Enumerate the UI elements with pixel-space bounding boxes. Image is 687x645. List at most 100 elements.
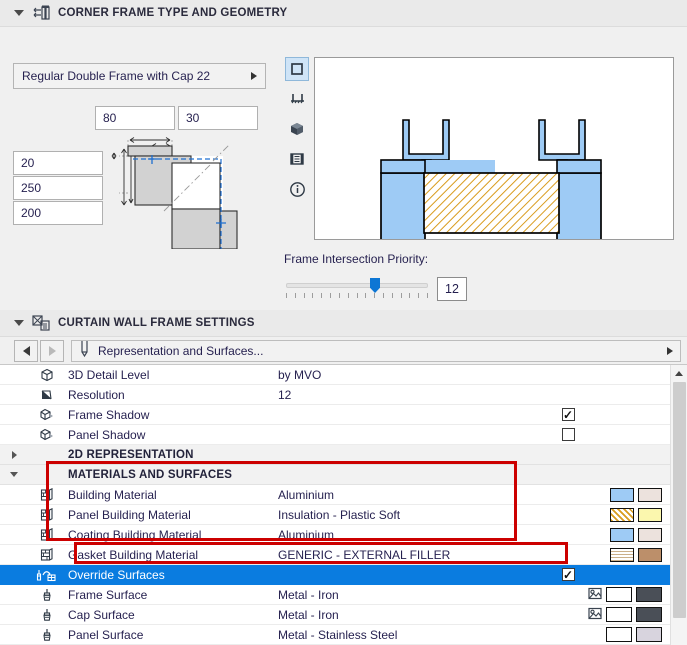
chevron-right-icon	[251, 72, 257, 80]
slider-ticks	[286, 293, 428, 299]
building-material-icon	[28, 487, 66, 502]
texture-icon[interactable]	[588, 607, 602, 623]
override-surfaces-icon	[28, 568, 66, 582]
slider-thumb[interactable]	[370, 278, 380, 293]
width-input[interactable]: 80	[95, 106, 175, 130]
swatch-surface-color[interactable]	[638, 547, 662, 562]
cap-thickness-value: 20	[21, 156, 35, 170]
swatch-surface-color[interactable]	[636, 627, 662, 642]
material-swatches[interactable]	[610, 527, 670, 542]
filmstrip-icon[interactable]	[285, 147, 309, 171]
frame-preview[interactable]	[314, 57, 674, 277]
row-checkbox[interactable]	[561, 568, 575, 581]
settings-row-coating-building-material[interactable]: Coating Building Material Aluminium	[0, 525, 670, 545]
settings-row-panel-building-material[interactable]: Panel Building Material Insulation - Plas…	[0, 505, 670, 525]
swatch-surface-color[interactable]	[638, 507, 662, 522]
row-label: 3D Detail Level	[68, 367, 150, 382]
settings-page-selector[interactable]: Representation and Surfaces...	[71, 339, 681, 362]
elevation-view-icon[interactable]	[285, 87, 309, 111]
settings-page-navbar: Representation and Surfaces...	[0, 337, 687, 365]
frame-type-dropdown[interactable]: Regular Double Frame with Cap 22	[13, 63, 266, 89]
height-b-input[interactable]: 200	[13, 201, 103, 225]
2d-view-icon[interactable]	[285, 57, 309, 81]
surface-swatches[interactable]	[588, 627, 670, 642]
swatch-cut-fill[interactable]	[610, 487, 634, 502]
slider-track[interactable]	[286, 283, 428, 288]
row-value[interactable]: Metal - Stainless Steel	[278, 628, 588, 642]
nav-back-button[interactable]	[14, 339, 38, 362]
swatch-surface-color[interactable]	[636, 607, 662, 622]
swatch-cut-fill[interactable]	[610, 507, 634, 522]
swatch-cut-fill[interactable]	[610, 527, 634, 542]
material-swatches[interactable]	[610, 547, 670, 562]
settings-row-override-surfaces[interactable]: Override Surfaces	[0, 565, 670, 585]
height-a-input[interactable]: 250	[13, 176, 103, 200]
swatch-surface-color[interactable]	[636, 587, 662, 602]
row-value[interactable]: 12	[278, 388, 550, 402]
section-header-frame-settings[interactable]: CURTAIN WALL FRAME SETTINGS	[0, 310, 687, 337]
row-checkbox[interactable]	[561, 428, 575, 441]
settings-row-panel-shadow[interactable]: Panel Shadow	[0, 425, 670, 445]
collapse-triangle-frame-settings[interactable]	[14, 320, 24, 326]
settings-row-resolution[interactable]: Resolution 12	[0, 385, 670, 405]
building-material-icon	[28, 547, 66, 562]
surface-swatches[interactable]	[588, 607, 670, 623]
surface-swatches[interactable]	[588, 587, 670, 603]
swatch-surface-pen[interactable]	[606, 607, 632, 622]
frame-intersection-priority-slider[interactable]	[286, 277, 428, 301]
swatch-surface-pen[interactable]	[606, 587, 632, 602]
row-checkbox[interactable]	[561, 408, 575, 421]
nav-forward-button[interactable]	[40, 339, 64, 362]
row-label: Cap Surface	[68, 607, 135, 622]
row-value[interactable]: Aluminium	[278, 528, 610, 542]
triangle-right-icon[interactable]	[0, 450, 28, 459]
section-header-corner-frame[interactable]: CORNER FRAME TYPE AND GEOMETRY	[0, 0, 687, 27]
material-swatches[interactable]	[610, 507, 670, 522]
texture-icon[interactable]	[588, 587, 602, 603]
scroll-up-button[interactable]	[671, 365, 687, 382]
settings-page-name: Representation and Surfaces...	[98, 343, 264, 358]
frame-intersection-priority-value: 12	[445, 282, 459, 296]
settings-row-frame-surface[interactable]: Frame Surface Metal - Iron	[0, 585, 670, 605]
cube-shadow-icon	[28, 408, 66, 422]
row-value[interactable]: Metal - Iron	[278, 588, 588, 602]
curtain-wall-settings-dialog: CORNER FRAME TYPE AND GEOMETRY Regular D…	[0, 0, 687, 645]
brush-icon	[28, 608, 66, 622]
triangle-down-icon[interactable]	[0, 472, 28, 477]
settings-group-2d-representation[interactable]: 2D REPRESENTATION	[0, 445, 670, 465]
height-a-value: 250	[21, 181, 42, 195]
swatch-surface-color[interactable]	[638, 487, 662, 502]
row-value[interactable]: Aluminium	[278, 488, 610, 502]
frame-intersection-priority-input[interactable]: 12	[437, 277, 467, 301]
cap-thickness-input[interactable]: 20	[13, 151, 103, 175]
info-icon[interactable]	[285, 177, 309, 201]
settings-list-container: 3D Detail Level by MVO Resolution 12 Frame S…	[0, 365, 687, 645]
settings-row-building-material[interactable]: Building Material Aluminium	[0, 485, 670, 505]
settings-row-panel-surface[interactable]: Panel Surface Metal - Stainless Steel	[0, 625, 670, 645]
settings-row-3d-detail-level[interactable]: 3D Detail Level by MVO	[0, 365, 670, 385]
swatch-surface-pen[interactable]	[606, 627, 632, 642]
3d-view-icon[interactable]	[285, 117, 309, 141]
settings-row-cap-surface[interactable]: Cap Surface Metal - Iron	[0, 605, 670, 625]
scrollbar-thumb[interactable]	[672, 382, 686, 618]
row-value[interactable]: Insulation - Plastic Soft	[278, 508, 610, 522]
row-label: Resolution	[68, 387, 125, 402]
settings-list-scrollbar[interactable]	[670, 365, 687, 645]
row-value[interactable]: GENERIC - EXTERNAL FILLER	[278, 548, 610, 562]
settings-group-materials-and-surfaces[interactable]: MATERIALS AND SURFACES	[0, 465, 670, 485]
row-label: Panel Building Material	[68, 507, 191, 522]
settings-row-frame-shadow[interactable]: Frame Shadow	[0, 405, 670, 425]
swatch-cut-fill[interactable]	[610, 547, 634, 562]
row-value[interactable]: Metal - Iron	[278, 608, 588, 622]
settings-row-gasket-building-material[interactable]: Gasket Building Material GENERIC - EXTERN…	[0, 545, 670, 565]
swatch-surface-color[interactable]	[638, 527, 662, 542]
width-value: 80	[103, 111, 117, 125]
depth-input[interactable]: 30	[178, 106, 258, 130]
material-swatches[interactable]	[610, 487, 670, 502]
preview-view-toolbar[interactable]	[284, 57, 310, 209]
row-value[interactable]: by MVO	[278, 368, 550, 382]
corner-frame-icon	[31, 4, 51, 22]
collapse-triangle-geometry[interactable]	[14, 10, 24, 16]
chevron-right-icon	[667, 346, 673, 355]
frame-intersection-priority-label: Frame Intersection Priority:	[284, 252, 429, 266]
